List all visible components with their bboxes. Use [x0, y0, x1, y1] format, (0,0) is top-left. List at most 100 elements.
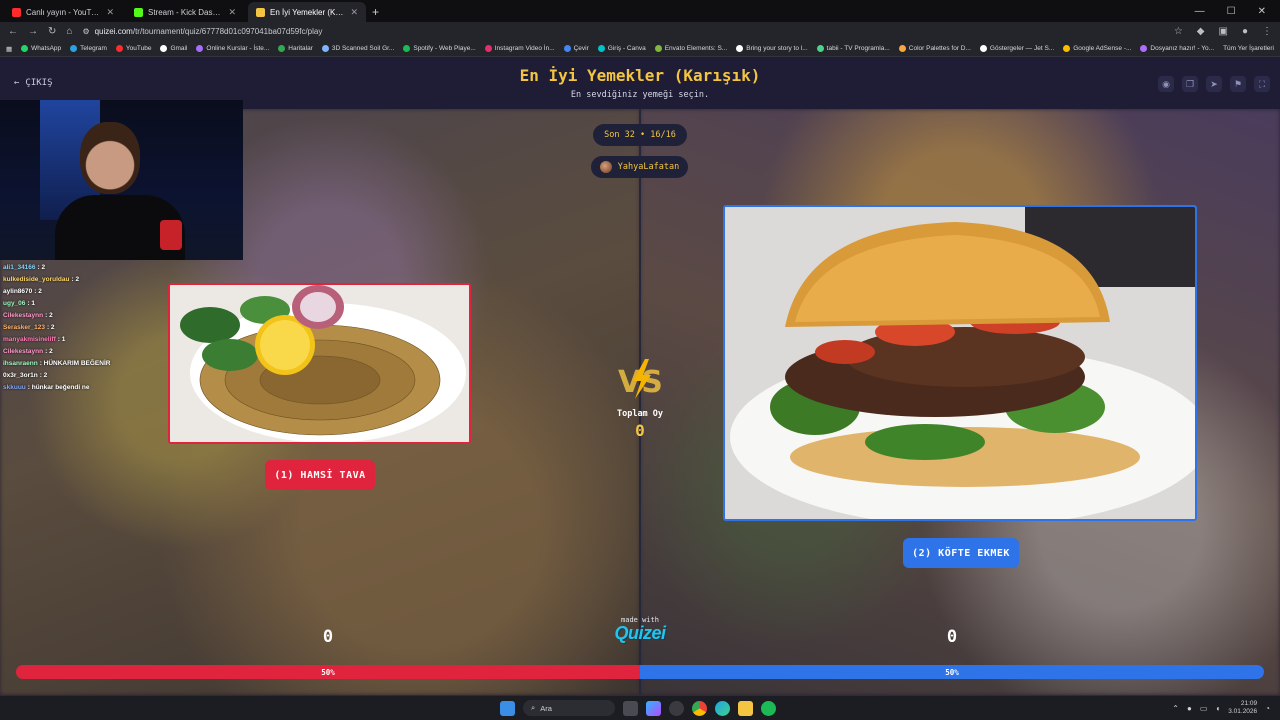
- bookmark-item[interactable]: Gmail: [160, 45, 187, 52]
- spotify-icon[interactable]: [761, 700, 776, 716]
- creator-badge[interactable]: YahyaLafatan: [591, 156, 688, 178]
- tab-kick-dashboard[interactable]: Stream - Kick Dashboard ✕: [126, 2, 244, 22]
- new-tab-button[interactable]: +: [372, 5, 379, 19]
- chat-username: Cilekestaynn: [3, 348, 44, 355]
- bookmark-item[interactable]: Haritalar: [278, 45, 313, 52]
- bookmark-item[interactable]: Çevir: [563, 45, 589, 52]
- round-badge: Son 32 • 16/16: [593, 124, 687, 146]
- bookmark-item[interactable]: Giriş - Canva: [597, 45, 646, 52]
- bookmark-label: Spotify - Web Playe...: [413, 45, 476, 52]
- bookmark-item[interactable]: tabii - TV Programla...: [816, 45, 890, 52]
- chat-message: ugy_06: 1: [3, 298, 243, 310]
- volume-icon[interactable]: ◖: [1215, 704, 1220, 713]
- bookmark-item[interactable]: YouTube: [115, 45, 151, 52]
- bookmark-item[interactable]: Online Kurslar - İste...: [196, 45, 269, 52]
- edge-icon[interactable]: [715, 700, 730, 716]
- bookmark-item[interactable]: Envato Elements: S...: [654, 45, 727, 52]
- apps-icon[interactable]: ▦: [6, 45, 12, 53]
- quizei-icon: [256, 7, 265, 17]
- chat-username: manyakmisineliff: [3, 336, 56, 343]
- chrome-icon[interactable]: [692, 700, 707, 716]
- bookmark-item[interactable]: Bring your story to l...: [736, 45, 808, 52]
- all-bookmarks-folder[interactable]: Tüm Yer İşaretleri: [1223, 45, 1274, 52]
- bookmark-label: Online Kurslar - İste...: [206, 45, 270, 52]
- forward-icon[interactable]: →: [28, 26, 38, 37]
- reload-icon[interactable]: ↻: [48, 26, 56, 37]
- vs-icon: VS: [618, 359, 663, 400]
- taskbar-clock[interactable]: 21:09 3.01.2026: [1228, 700, 1257, 716]
- profile-icon[interactable]: ●: [1242, 26, 1248, 37]
- kofte-ekmek-image: [725, 207, 1195, 519]
- tab-quizei[interactable]: En İyi Yemekler (Karışık) - Tier l ✕: [248, 2, 366, 22]
- extensions-puzzle-icon[interactable]: ▣: [1219, 26, 1228, 37]
- fullscreen-icon[interactable]: ⛶: [1254, 76, 1270, 92]
- bookmark-item[interactable]: Dosyanız hazır! - Yo...: [1140, 45, 1214, 52]
- chevron-up-icon[interactable]: ⌃: [1172, 704, 1179, 713]
- bookmark-label: Instagram Video İn...: [494, 45, 555, 52]
- bookmark-item[interactable]: Göstergeler — Jet S...: [979, 45, 1055, 52]
- site-info-icon[interactable]: ⚙: [82, 27, 89, 36]
- chat-text: : 2: [46, 324, 55, 331]
- bookmark-item[interactable]: Spotify - Web Playe...: [403, 45, 476, 52]
- chat-text: : 2: [37, 264, 46, 271]
- star-icon[interactable]: ☆: [1174, 26, 1183, 37]
- send-icon[interactable]: ➤: [1206, 76, 1222, 92]
- bookmark-item[interactable]: Telegram: [70, 45, 107, 52]
- option-button-left[interactable]: (1) HAMSİ TAVA: [265, 460, 375, 490]
- eye-icon[interactable]: ◉: [1158, 76, 1174, 92]
- chat-username: skkuuu: [3, 384, 26, 391]
- network-icon[interactable]: ▭: [1200, 704, 1208, 713]
- minimize-icon[interactable]: —: [1195, 6, 1205, 17]
- bookmark-item[interactable]: Color Palettes for D...: [898, 45, 971, 52]
- chat-username: Serasker_123: [3, 324, 45, 331]
- chat-username: aylin8670: [3, 288, 33, 295]
- notification-icon[interactable]: ◔: [1265, 704, 1270, 713]
- menu-icon[interactable]: ⋮: [1262, 26, 1272, 37]
- copilot-icon[interactable]: [646, 700, 661, 716]
- flag-icon[interactable]: ⚑: [1230, 76, 1246, 92]
- option-image-right[interactable]: [723, 205, 1197, 521]
- bookmark-label: Dosyanız hazır! - Yo...: [1150, 45, 1214, 52]
- chat-text: : hünkar beğendi ne: [27, 384, 90, 391]
- webcam-overlay: [0, 100, 243, 260]
- windows-start-icon[interactable]: [500, 700, 515, 716]
- bookmark-label: Gmail: [170, 45, 188, 52]
- extension-icon[interactable]: ◆: [1197, 26, 1205, 37]
- chat-username: 0x3r_3or1n: [3, 372, 38, 379]
- close-icon[interactable]: ✕: [350, 7, 358, 18]
- back-icon[interactable]: ←: [8, 26, 18, 37]
- center-divider: [639, 109, 641, 695]
- close-icon[interactable]: ✕: [106, 7, 114, 18]
- tab-youtube-studio[interactable]: Canlı yayın - YouTube Studio ✕: [4, 2, 122, 22]
- mic-icon[interactable]: ●: [1187, 704, 1192, 713]
- bookmark-favicon-icon: [484, 45, 492, 52]
- url-field[interactable]: ⚙ quizei.com/tr/tournament/quiz/67778d01…: [82, 27, 1163, 36]
- bookmark-label: Bring your story to l...: [746, 45, 808, 52]
- chat-text: : 2: [45, 312, 53, 319]
- quizei-logo[interactable]: Quizei: [600, 623, 680, 644]
- chat-text: : 2: [71, 276, 80, 283]
- clock-date: 3.01.2026: [1228, 708, 1258, 715]
- bookmark-item[interactable]: Google AdSense -...: [1063, 45, 1131, 52]
- obs-icon[interactable]: [669, 700, 684, 716]
- bookmark-favicon-icon: [160, 45, 168, 52]
- task-view-icon[interactable]: [623, 700, 638, 716]
- bookmark-favicon-icon: [979, 45, 987, 52]
- url-path: /tr/tournament/quiz/67778d01c097041ba07d…: [132, 27, 323, 36]
- bookmark-item[interactable]: WhatsApp: [21, 45, 61, 52]
- close-window-icon[interactable]: ✕: [1258, 6, 1266, 17]
- page-subtitle: En sevdiğiniz yemeği seçin.: [570, 90, 710, 100]
- home-icon[interactable]: ⌂: [66, 26, 72, 37]
- taskbar-search[interactable]: ⌕ Ara: [523, 700, 615, 716]
- url-domain: quizei.com: [94, 27, 133, 36]
- bookmark-favicon-icon: [21, 45, 29, 52]
- maximize-icon[interactable]: ☐: [1227, 6, 1236, 17]
- option-button-right[interactable]: (2) KÖFTE EKMEK: [903, 538, 1019, 568]
- close-icon[interactable]: ✕: [228, 7, 236, 18]
- folder-icon[interactable]: [738, 700, 753, 716]
- bookmark-item[interactable]: 3D Scanned Soil Gr...: [321, 45, 394, 52]
- bookmark-item[interactable]: Instagram Video İn...: [484, 45, 555, 52]
- copy-icon[interactable]: ❐: [1182, 76, 1198, 92]
- chat-text: : 1: [27, 300, 35, 307]
- bookmark-label: Göstergeler — Jet S...: [989, 45, 1055, 52]
